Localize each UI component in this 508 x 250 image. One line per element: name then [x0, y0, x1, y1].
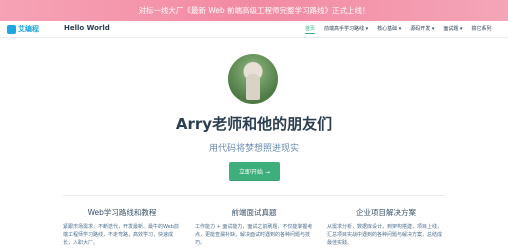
logo-text: 艾编程 — [18, 25, 39, 33]
site-name[interactable]: Hello World — [64, 24, 110, 32]
feature-interview: 前端面试真题 工作能力 + 面试能力，面试之前刷题，不仅能掌握考点，更能查漏补缺… — [195, 207, 313, 247]
hero-subtitle: 用代码将梦想照进现实 — [208, 144, 299, 154]
nav-menu: 首页 前端高手学习路线 ▾ 核心基础 ▾ 源码开发 ▾ 面试题 ▾ 搞它系列 — [305, 25, 491, 34]
section-divider — [63, 195, 445, 196]
nav-item-core-basics[interactable]: 核心基础 ▾ — [377, 25, 401, 34]
feature-text: 工作能力 + 面试能力，面试之前刷题，不仅能掌握考点，更能查漏补缺，解决面试时遇… — [195, 224, 313, 246]
get-started-button[interactable]: 立即开始 → — [229, 162, 280, 181]
feature-title: 企业项目解决方案 — [356, 208, 416, 217]
feature-text: 紧跟市场需求，不断迭代，开发最新、最牛的Web前端工程师学习路线，不走弯路，高效… — [63, 224, 179, 246]
hero-title: Arry老师和他的朋友们 — [175, 115, 333, 133]
nav-item-series[interactable]: 搞它系列 — [471, 25, 491, 34]
nav-item-source-dev[interactable]: 源码开发 ▾ — [410, 25, 434, 34]
person-figure — [246, 74, 260, 100]
nav-item-home[interactable]: 首页 — [305, 25, 316, 34]
logo-icon — [7, 24, 16, 34]
feature-title: Web学习路线和教程 — [87, 208, 157, 217]
feature-text: 从需求分析，数据库设计，到架构搭建，项目上线，汇总项目实战中遇到的各种问题与解决… — [327, 224, 443, 246]
nav-item-learning-path[interactable]: 前端高手学习路线 ▾ — [324, 25, 368, 34]
site-logo[interactable]: 艾编程 — [7, 24, 39, 34]
hero-avatar-image — [228, 54, 278, 104]
top-navbar: 艾编程 Hello World 首页 前端高手学习路线 ▾ 核心基础 ▾ 源码开… — [0, 21, 508, 38]
feature-title: 前端面试真题 — [231, 208, 277, 217]
feature-enterprise: 企业项目解决方案 从需求分析，数据库设计，到架构搭建，项目上线，汇总项目实战中遇… — [327, 207, 445, 247]
nav-item-interview[interactable]: 面试题 ▾ — [443, 25, 462, 34]
banner-text: 对标一线大厂《最新 Web 前端高级工程师完整学习路线》正式上线！ — [138, 6, 370, 15]
announcement-banner[interactable]: 对标一线大厂《最新 Web 前端高级工程师完整学习路线》正式上线！ — [0, 0, 508, 21]
feature-web-learning: Web学习路线和教程 紧跟市场需求，不断迭代，开发最新、最牛的Web前端工程师学… — [63, 207, 181, 247]
